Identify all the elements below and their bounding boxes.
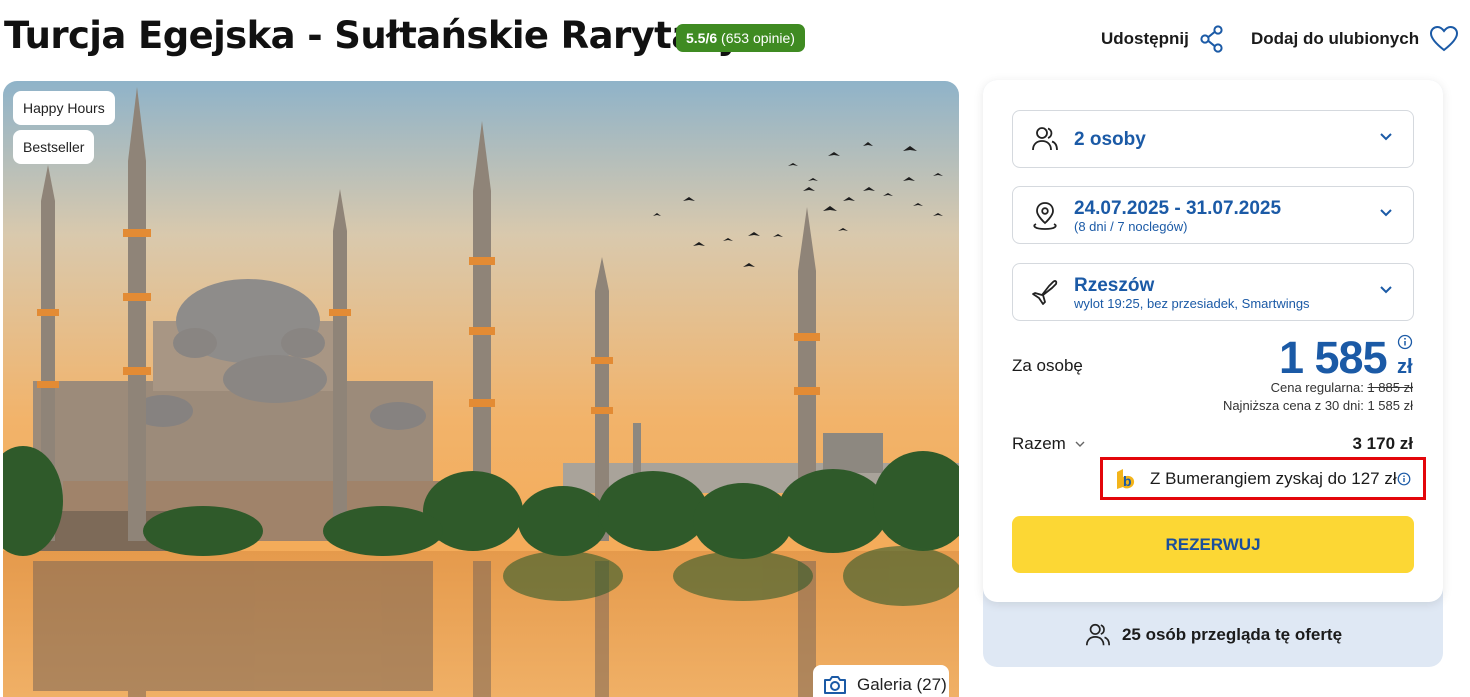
departure-select[interactable]: Rzeszów wylot 19:25, bez przesiadek, Sma…	[1012, 263, 1414, 321]
dates-value: 24.07.2025 - 31.07.2025	[1074, 198, 1282, 219]
total-label: Razem	[1012, 434, 1066, 453]
info-icon[interactable]	[1397, 334, 1413, 350]
add-to-favorites-button[interactable]: Dodaj do ulubionych	[1251, 24, 1459, 54]
rating-score: 5.5/6	[686, 30, 718, 46]
dates-duration: (8 dni / 7 noclegów)	[1074, 219, 1188, 234]
badge-bestseller: Bestseller	[13, 130, 95, 164]
departure-city: Rzeszów	[1074, 275, 1155, 296]
gallery-button[interactable]: Galeria (27)	[813, 665, 949, 697]
viewers-text: 25 osób przegląda tę ofertę	[1121, 624, 1343, 644]
heart-icon	[1430, 25, 1459, 52]
camera-icon	[824, 676, 846, 694]
plane-icon	[1032, 280, 1058, 305]
favorites-label: Dodaj do ulubionych	[1251, 29, 1420, 48]
chevron-down-icon	[1380, 286, 1392, 294]
persons-value: 2 osoby	[1074, 129, 1146, 150]
persons-select[interactable]: 2 osoby	[1012, 110, 1414, 168]
dates-select[interactable]: 24.07.2025 - 31.07.2025 (8 dni / 7 nocle…	[1012, 186, 1414, 244]
bumerang-text: Z Bumerangiem zyskaj do 127 zł	[1150, 468, 1397, 488]
people-icon	[1032, 127, 1058, 151]
bumerang-logo-icon: b	[1117, 468, 1135, 489]
regular-price-label: Cena regularna:	[1270, 380, 1364, 395]
people-icon	[1085, 623, 1110, 645]
share-icon	[1200, 25, 1223, 53]
per-person-label: Za osobę	[1012, 356, 1083, 375]
location-pin-icon	[1033, 202, 1057, 230]
booking-panel: 2 osoby 24.07.2025 - 31.07.2025 (8 dni /…	[983, 80, 1443, 602]
rating-badge[interactable]: 5.5/6 (653 opinie)	[676, 24, 805, 52]
regular-price: Cena regularna: 1 885 zł	[1271, 380, 1413, 395]
lowest-price-30-days: Najniższa cena z 30 dni: 1 585 zł	[1222, 398, 1413, 413]
gallery-label: Galeria (27)	[857, 675, 947, 694]
departure-details: wylot 19:25, bez przesiadek, Smartwings	[1074, 296, 1310, 311]
badge-happy-hours: Happy Hours	[13, 91, 115, 125]
reserve-button[interactable]: REZERWUJ	[1012, 516, 1414, 573]
chevron-down-icon	[1075, 441, 1085, 447]
info-icon[interactable]	[1397, 472, 1411, 486]
chevron-down-icon	[1380, 209, 1392, 217]
bumerang-cashback[interactable]: b Z Bumerangiem zyskaj do 127 zł	[1100, 457, 1426, 500]
regular-price-value: 1 885 zł	[1367, 380, 1413, 395]
total-toggle[interactable]: Razem	[1012, 434, 1085, 454]
chevron-down-icon	[1380, 133, 1392, 141]
viewers-notice: 25 osób przegląda tę ofertę	[983, 602, 1443, 667]
share-label: Udostępnij	[1101, 29, 1189, 48]
price-per-person: 1 585	[1279, 332, 1388, 383]
svg-text:b: b	[1123, 473, 1132, 489]
hero-image[interactable]: Happy Hours Bestseller Galeria (27)	[3, 81, 959, 697]
price-currency: zł	[1397, 356, 1413, 378]
total-price: 3 170 zł	[1352, 434, 1414, 453]
mosque-photo	[3, 81, 959, 697]
page-title: Turcja Egejska - Sułtańskie Rarytasy	[4, 14, 741, 57]
rating-count: (653 opinie)	[721, 30, 795, 46]
share-button[interactable]: Udostępnij	[1101, 24, 1225, 54]
